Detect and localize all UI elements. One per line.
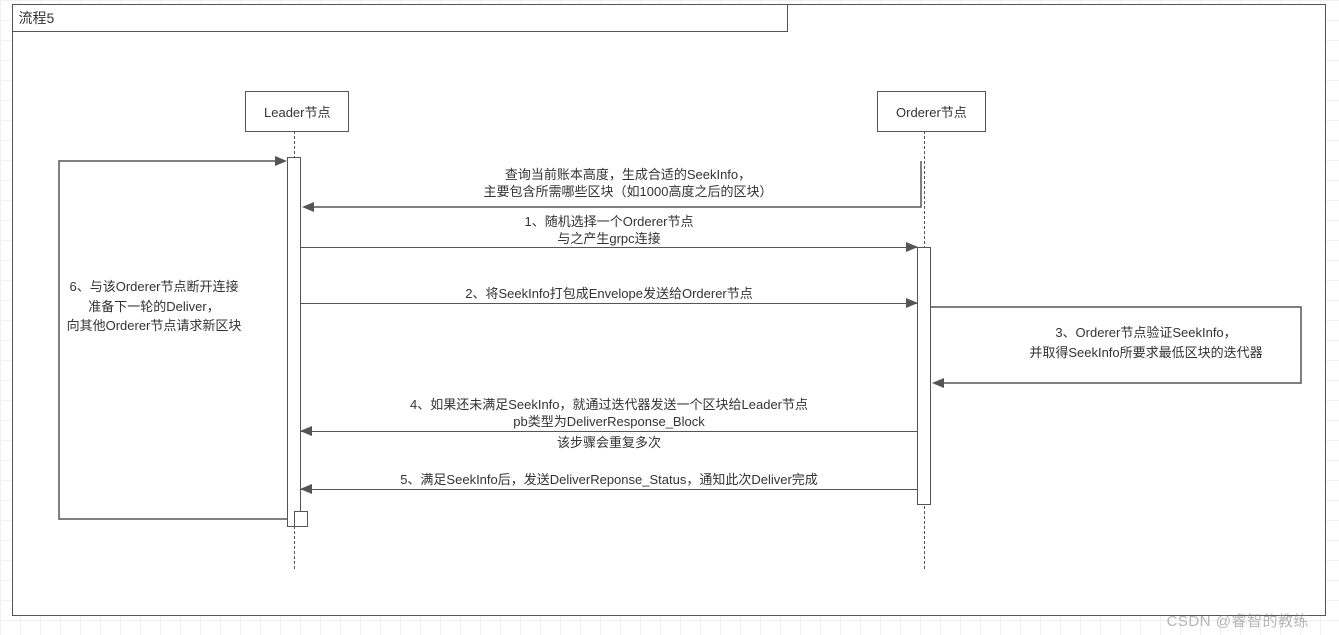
arrow-msg4 [301, 431, 917, 432]
msg1-line1: 1、随机选择一个Orderer节点 [301, 214, 917, 231]
sequence-frame: 流程5 Leader节点 Orderer节点 查询当前账本高度，生成合适的See… [12, 4, 1326, 616]
label-msg4-bottom: 该步骤会重复多次 [301, 435, 917, 452]
msg4-line3: 该步骤会重复多次 [301, 435, 917, 452]
label-msg4-top: 4、如果还未满足SeekInfo，就通过迭代器发送一个区块给Leader节点 p… [301, 397, 917, 431]
msg3-line1: 3、Orderer节点验证SeekInfo， [981, 323, 1311, 343]
msg5-text: 5、满足SeekInfo后，发送DeliverReponse_Status，通知… [301, 472, 917, 489]
bracket-msg6 [53, 157, 303, 527]
arrow-msg2 [301, 303, 917, 304]
msg4-line1: 4、如果还未满足SeekInfo，就通过迭代器发送一个区块给Leader节点 [301, 397, 917, 414]
actor-leader-label: Leader节点 [264, 105, 330, 120]
arrow-msg5 [301, 489, 917, 490]
label-msg5: 5、满足SeekInfo后，发送DeliverReponse_Status，通知… [301, 472, 917, 489]
actor-orderer: Orderer节点 [877, 91, 986, 132]
frame-title: 流程5 [12, 4, 788, 32]
self-message-label: 查询当前账本高度，生成合适的SeekInfo， 主要包含所需哪些区块（如1000… [393, 167, 863, 201]
label-msg1: 1、随机选择一个Orderer节点 与之产生grpc连接 [301, 214, 917, 248]
label-msg3: 3、Orderer节点验证SeekInfo， 并取得SeekInfo所要求最低区… [981, 323, 1311, 362]
msg4-line2: pb类型为DeliverResponse_Block [301, 414, 917, 431]
msg6-line1: 6、与该Orderer节点断开连接 [39, 277, 269, 297]
label-msg2: 2、将SeekInfo打包成Envelope发送给Orderer节点 [301, 286, 917, 303]
actor-orderer-label: Orderer节点 [896, 105, 967, 120]
actor-leader: Leader节点 [245, 91, 349, 132]
msg1-line2: 与之产生grpc连接 [301, 231, 917, 248]
msg2-text: 2、将SeekInfo打包成Envelope发送给Orderer节点 [301, 286, 917, 303]
label-msg6: 6、与该Orderer节点断开连接 准备下一轮的Deliver， 向其他Orde… [39, 277, 269, 336]
msg6-line3: 向其他Orderer节点请求新区块 [39, 316, 269, 336]
activation-orderer [917, 247, 931, 505]
msg3-line2: 并取得SeekInfo所要求最低区块的迭代器 [981, 343, 1311, 363]
selfmsg-line2: 主要包含所需哪些区块（如1000高度之后的区块） [393, 184, 863, 201]
msg6-line2: 准备下一轮的Deliver， [39, 297, 269, 317]
selfmsg-line1: 查询当前账本高度，生成合适的SeekInfo， [393, 167, 863, 184]
